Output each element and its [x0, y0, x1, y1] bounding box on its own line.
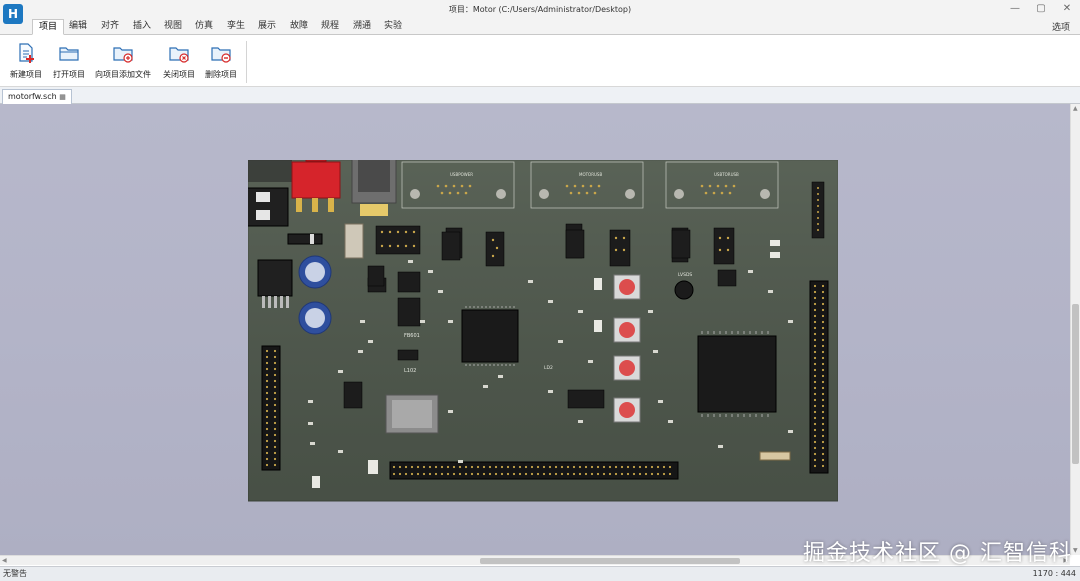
diode — [287, 233, 323, 245]
close-project-icon — [169, 47, 189, 63]
document-tab-label: motorfw.sch — [8, 92, 57, 101]
ld2-label: LD2 — [544, 365, 553, 371]
ribbon-panel: 新建项目 打开项目 向项目添加文件 关闭项目 删除项目 — [0, 35, 1080, 87]
regulator — [257, 259, 293, 297]
cursor-coordinates: 1170 : 444 — [1032, 569, 1076, 578]
watermark: 掘金技术社区 @ 汇智信科 — [803, 541, 1072, 566]
ic-top-1 — [441, 231, 461, 261]
buzzer — [674, 280, 694, 300]
new-project-icon — [19, 43, 34, 63]
power-switch — [291, 161, 341, 199]
horizontal-scroll-thumb[interactable] — [480, 558, 740, 564]
app-logo-icon: H — [3, 4, 23, 24]
status-bar: 无警告 1170 : 444 — [0, 566, 1080, 581]
document-tab-strip: motorfw.sch ▦ — [0, 87, 1080, 104]
vertical-scroll-thumb[interactable] — [1072, 304, 1079, 464]
minimize-button[interactable]: — — [1004, 1, 1026, 17]
tab-align[interactable]: 对齐 — [95, 19, 125, 35]
tab-procedure[interactable]: 规程 — [315, 19, 345, 35]
usb-label-3: USBTORUSB — [714, 172, 739, 177]
led-label: LVSDS — [678, 272, 692, 278]
vertical-scrollbar[interactable]: ▲ ▼ — [1070, 104, 1080, 555]
power-switch-lever — [305, 160, 327, 162]
resistor-bottom — [759, 451, 791, 461]
tab-twin[interactable]: 孪生 — [221, 19, 251, 35]
tab-simulate[interactable]: 仿真 — [189, 19, 219, 35]
scroll-left-arrow-icon[interactable]: ◀ — [2, 557, 7, 564]
ic-top-3 — [671, 229, 691, 259]
usb-label-2: MOTORUSB — [579, 172, 602, 177]
tab-trace[interactable]: 溯通 — [347, 19, 377, 35]
ribbon-separator — [246, 41, 247, 83]
document-tab[interactable]: motorfw.sch ▦ — [2, 89, 72, 104]
resistor-block — [344, 223, 364, 259]
tab-show[interactable]: 展示 — [252, 19, 282, 35]
options-menu[interactable]: 选项 — [1052, 20, 1070, 33]
pcb-board-3d: USBPOWER MOTORUSB USBTORUSB LVSDS FB601 … — [248, 160, 838, 502]
header-top-1 — [375, 225, 421, 255]
pcb-3d-viewport[interactable]: USBPOWER MOTORUSB USBTORUSB LVSDS FB601 … — [0, 104, 1070, 555]
bottom-pin-header — [389, 461, 679, 480]
window-title: 项目：Motor (C:/Users/Administrator/Desktop… — [448, 5, 632, 14]
ic-top-2 — [565, 229, 585, 259]
usb-label-1: USBPOWER — [450, 172, 473, 177]
mcu-chip — [461, 309, 519, 363]
tab-fault[interactable]: 故障 — [284, 19, 314, 35]
tab-edit[interactable]: 编辑 — [63, 19, 93, 35]
fb601-label: FB601 — [404, 333, 420, 339]
ribbon-tab-bar: 项目 编辑 对齐 插入 视图 仿真 孪生 展示 故障 规程 溯通 实验 选项 — [0, 19, 1080, 35]
tab-insert[interactable]: 插入 — [127, 19, 157, 35]
delete-project-icon — [211, 47, 231, 63]
open-project-button[interactable]: 打开项目 — [50, 39, 88, 83]
tab-view[interactable]: 视图 — [158, 19, 188, 35]
large-qfp-chip — [697, 335, 777, 413]
scroll-down-arrow-icon[interactable]: ▼ — [1073, 547, 1078, 554]
delete-project-button[interactable]: 删除项目 — [202, 39, 240, 83]
l102-label: L102 — [404, 368, 416, 374]
add-file-to-project-icon — [113, 47, 133, 63]
new-project-button[interactable]: 新建项目 — [6, 39, 46, 83]
close-project-button[interactable]: 关闭项目 — [160, 39, 198, 83]
maximize-button[interactable]: ▢ — [1030, 1, 1052, 17]
close-window-button[interactable]: ✕ — [1056, 1, 1078, 17]
grid-icon: ▦ — [59, 93, 66, 101]
tab-project[interactable]: 项目 — [32, 19, 65, 35]
left-pin-header — [261, 345, 281, 471]
warning-status: 无警告 — [3, 569, 27, 578]
add-file-to-project-button[interactable]: 向项目添加文件 — [92, 39, 154, 83]
right-pin-header — [809, 280, 829, 474]
title-bar: H 项目：Motor (C:/Users/Administrator/Deskt… — [0, 0, 1080, 24]
tab-experiment[interactable]: 实验 — [378, 19, 408, 35]
scroll-up-arrow-icon[interactable]: ▲ — [1073, 105, 1078, 112]
open-folder-icon — [59, 47, 79, 61]
